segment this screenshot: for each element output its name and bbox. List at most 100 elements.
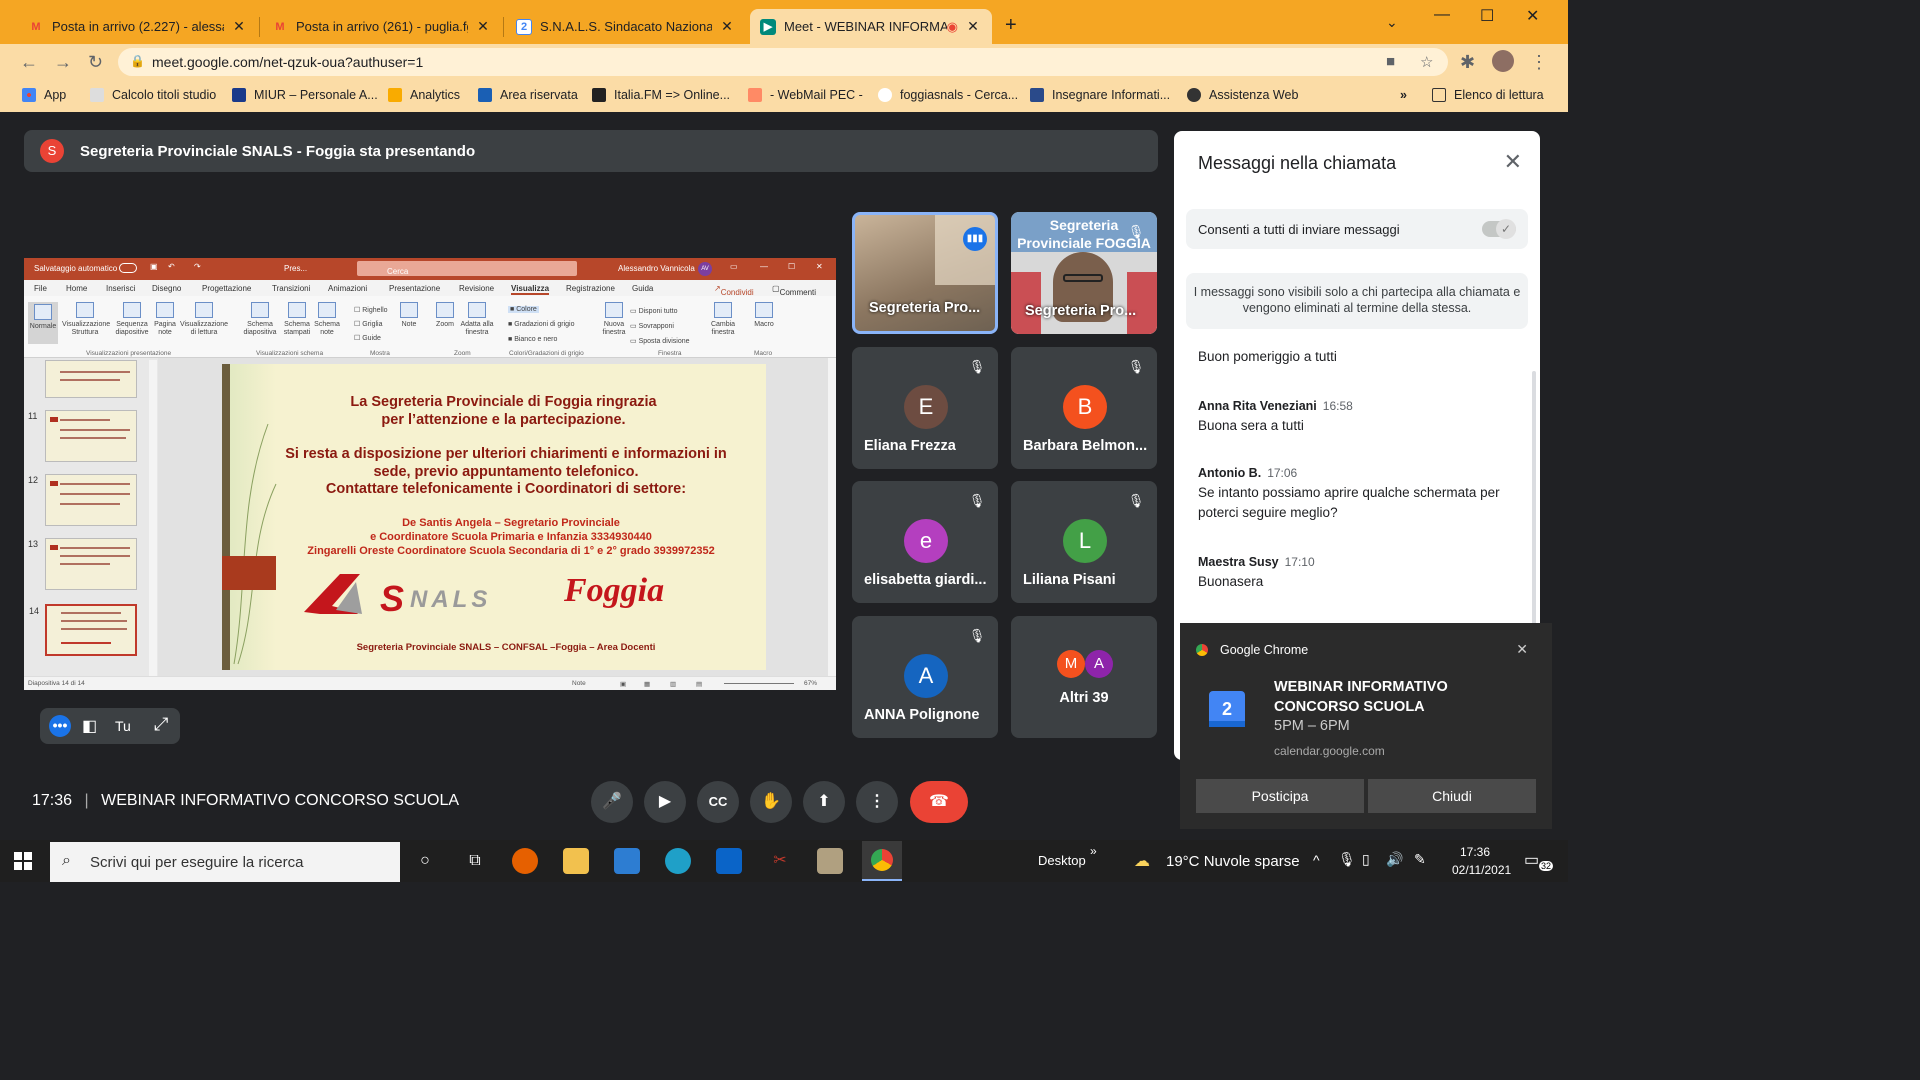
slide-thumb[interactable]: 13 bbox=[28, 538, 137, 590]
camera-icon[interactable]: ■ bbox=[1386, 53, 1395, 70]
mic-tray-icon[interactable]: 🎙 bbox=[1338, 851, 1356, 868]
app-icon[interactable]: ✂ bbox=[767, 848, 793, 874]
menu-file[interactable]: File bbox=[34, 284, 47, 293]
close-icon[interactable]: ✕ bbox=[964, 18, 982, 35]
bookmark-webmail[interactable]: - WebMail PEC - bbox=[748, 88, 863, 102]
autosave-toggle[interactable] bbox=[119, 263, 137, 273]
present-icon[interactable]: ⬆ bbox=[803, 781, 845, 823]
bookmark-area-riservata[interactable]: Area riservata bbox=[478, 88, 578, 102]
app-icon[interactable] bbox=[817, 848, 843, 874]
more-icon[interactable]: ⋮ bbox=[856, 781, 898, 823]
ribbon-adatta[interactable]: Adatta alla finestra bbox=[458, 302, 496, 337]
ribbon-struttura[interactable]: Visualizzazione Struttura bbox=[62, 302, 110, 337]
reading-list[interactable]: Elenco di lettura bbox=[1432, 88, 1544, 102]
save-icon[interactable]: ▣ bbox=[150, 262, 158, 271]
tab-gmail-2[interactable]: M Posta in arrivo (261) - puglia.fg@ ✕ bbox=[262, 9, 502, 44]
slide-thumb[interactable]: 11 bbox=[28, 410, 137, 462]
ribbon-sequenza[interactable]: Sequenza diapositive bbox=[112, 302, 152, 337]
ribbon-schema-diapositiva[interactable]: Schema diapositiva bbox=[240, 302, 280, 337]
participant-tile[interactable]: ▮▮▮ Segreteria Pro... bbox=[852, 212, 998, 334]
menu-progettazione[interactable]: Progettazione bbox=[202, 284, 251, 293]
clock-time[interactable]: 17:36 bbox=[1460, 845, 1490, 859]
close-notification-button[interactable]: Chiudi bbox=[1368, 779, 1536, 813]
minimize-icon[interactable]: — bbox=[1434, 6, 1450, 24]
zoom-slider[interactable] bbox=[724, 683, 794, 684]
star-icon[interactable]: ☆ bbox=[1420, 53, 1433, 71]
clock-date[interactable]: 02/11/2021 bbox=[1452, 863, 1511, 877]
bookmark-app[interactable]: App bbox=[22, 88, 66, 102]
menu-animazioni[interactable]: Animazioni bbox=[328, 284, 367, 293]
taskbar-search-input[interactable]: ⌕ Scrivi qui per eseguire la ricerca bbox=[50, 842, 400, 882]
url-input[interactable]: 🔒 meet.google.com/net-qzuk-oua?authuser=… bbox=[118, 48, 1448, 76]
close-icon[interactable]: ✕ bbox=[1516, 641, 1528, 658]
notes-button[interactable]: Note bbox=[572, 680, 586, 687]
bookmark-foggiasnals[interactable]: foggiasnals - Cerca... bbox=[878, 88, 1018, 102]
maximize-icon[interactable]: ☐ bbox=[1480, 6, 1494, 26]
expand-icon[interactable]: ⤢ bbox=[154, 714, 168, 735]
tab-search-icon[interactable]: ⌄ bbox=[1386, 14, 1398, 31]
close-icon[interactable]: ✕ bbox=[474, 18, 492, 35]
ppt-maximize-icon[interactable]: ☐ bbox=[788, 262, 795, 271]
pen-icon[interactable]: ✎ bbox=[1414, 851, 1426, 868]
allow-messages-toggle[interactable]: ✓ bbox=[1482, 219, 1516, 239]
edge-icon[interactable] bbox=[665, 848, 691, 874]
ppt-close-icon[interactable]: ✕ bbox=[816, 262, 823, 271]
close-icon[interactable]: ✕ bbox=[230, 18, 248, 35]
ribbon-nuova-finestra[interactable]: Nuova finestra bbox=[600, 302, 628, 337]
ribbon-show-checks[interactable]: ☐ Righello ☐ Griglia ☐ Guide bbox=[354, 304, 388, 346]
bookmark-analytics[interactable]: Analytics bbox=[388, 88, 460, 102]
reload-icon[interactable]: ↻ bbox=[88, 52, 103, 73]
others-tile[interactable]: M A Altri 39 bbox=[1011, 616, 1157, 738]
captions-icon[interactable]: CC bbox=[697, 781, 739, 823]
tab-meet[interactable]: ▶ Meet - WEBINAR INFORMAT ◉ ✕ bbox=[750, 9, 992, 44]
participant-tile[interactable]: 🎙 E Eliana Frezza bbox=[852, 347, 998, 469]
battery-icon[interactable]: ▯ bbox=[1362, 851, 1370, 868]
ribbon-pagina-note[interactable]: Pagina note bbox=[152, 302, 178, 337]
participant-tile[interactable]: 🎙 A ANNA Polignone bbox=[852, 616, 998, 738]
ppt-user-avatar[interactable]: AV bbox=[698, 262, 712, 276]
menu-inserisci[interactable]: Inserisci bbox=[106, 284, 135, 293]
windows-start-icon[interactable] bbox=[14, 852, 32, 870]
thumbnails-scrollbar[interactable] bbox=[149, 360, 157, 676]
ribbon-note[interactable]: Note bbox=[396, 302, 422, 329]
ribbon-schema-stampati[interactable]: Schema stampati bbox=[280, 302, 314, 337]
slide-thumb-selected[interactable]: 14 bbox=[29, 604, 137, 656]
firefox-icon[interactable] bbox=[512, 848, 538, 874]
snooze-button[interactable]: Posticipa bbox=[1196, 779, 1364, 813]
task-view-icon[interactable]: ⧉ bbox=[462, 848, 488, 874]
back-icon[interactable]: ← bbox=[20, 52, 38, 73]
participant-tile[interactable]: Segreteria Provinciale FOGGIA 🎙 Segreter… bbox=[1011, 212, 1157, 334]
bookmark-miur[interactable]: MIUR – Personale A... bbox=[232, 88, 378, 102]
share-button[interactable]: ↗ Condividi bbox=[714, 284, 754, 297]
more-bookmarks-icon[interactable]: » bbox=[1400, 88, 1407, 102]
menu-visualizza[interactable]: Visualizza bbox=[511, 284, 550, 295]
ribbon-normale[interactable]: Normale bbox=[28, 302, 58, 344]
new-tab-icon[interactable]: + bbox=[1005, 14, 1017, 37]
camera-off-icon[interactable]: ◧ bbox=[82, 716, 97, 736]
ribbon-macro[interactable]: Macro bbox=[750, 302, 778, 329]
comments-button[interactable]: ▢ Commenti bbox=[772, 284, 816, 297]
close-icon[interactable]: ✕ bbox=[718, 18, 736, 35]
bookmark-italiafm[interactable]: Italia.FM => Online... bbox=[592, 88, 730, 102]
notifications-icon[interactable]: ▭ bbox=[1524, 850, 1539, 870]
outlook-icon[interactable] bbox=[716, 848, 742, 874]
file-explorer-icon[interactable] bbox=[563, 848, 589, 874]
forward-icon[interactable]: → bbox=[54, 52, 72, 73]
ribbon-color-mode[interactable]: ■ Colore ■ Gradazioni di grigio ■ Bianco e… bbox=[508, 302, 575, 347]
meeting-details[interactable]: 17:36 | WEBINAR INFORMATIVO CONCORSO SCU… bbox=[32, 792, 459, 810]
tab-gmail-1[interactable]: M Posta in arrivo (2.227) - alessandr ✕ bbox=[18, 9, 258, 44]
menu-presentazione[interactable]: Presentazione bbox=[389, 284, 440, 293]
menu-transizioni[interactable]: Transizioni bbox=[272, 284, 310, 293]
ribbon-lettura[interactable]: Visualizzazione di lettura bbox=[178, 302, 230, 337]
window-close-icon[interactable]: ✕ bbox=[1526, 6, 1539, 26]
ribbon-zoom[interactable]: Zoom bbox=[430, 302, 460, 329]
participant-tile[interactable]: 🎙 B Barbara Belmon... bbox=[1011, 347, 1157, 469]
menu-icon[interactable]: ⋮ bbox=[1530, 52, 1548, 73]
close-icon[interactable]: ✕ bbox=[1504, 149, 1522, 175]
ppt-search-input[interactable]: Cerca bbox=[357, 261, 577, 276]
bookmark-assistenza[interactable]: Assistenza Web bbox=[1187, 88, 1298, 102]
raise-hand-icon[interactable]: ✋ bbox=[750, 781, 792, 823]
tab-snals[interactable]: 2 S.N.A.L.S. Sindacato Nazionale Au ✕ bbox=[506, 9, 746, 44]
bookmark-calcolo[interactable]: Calcolo titoli studio bbox=[90, 88, 216, 102]
weather-widget[interactable]: 19°C Nuvole sparse bbox=[1166, 853, 1300, 870]
